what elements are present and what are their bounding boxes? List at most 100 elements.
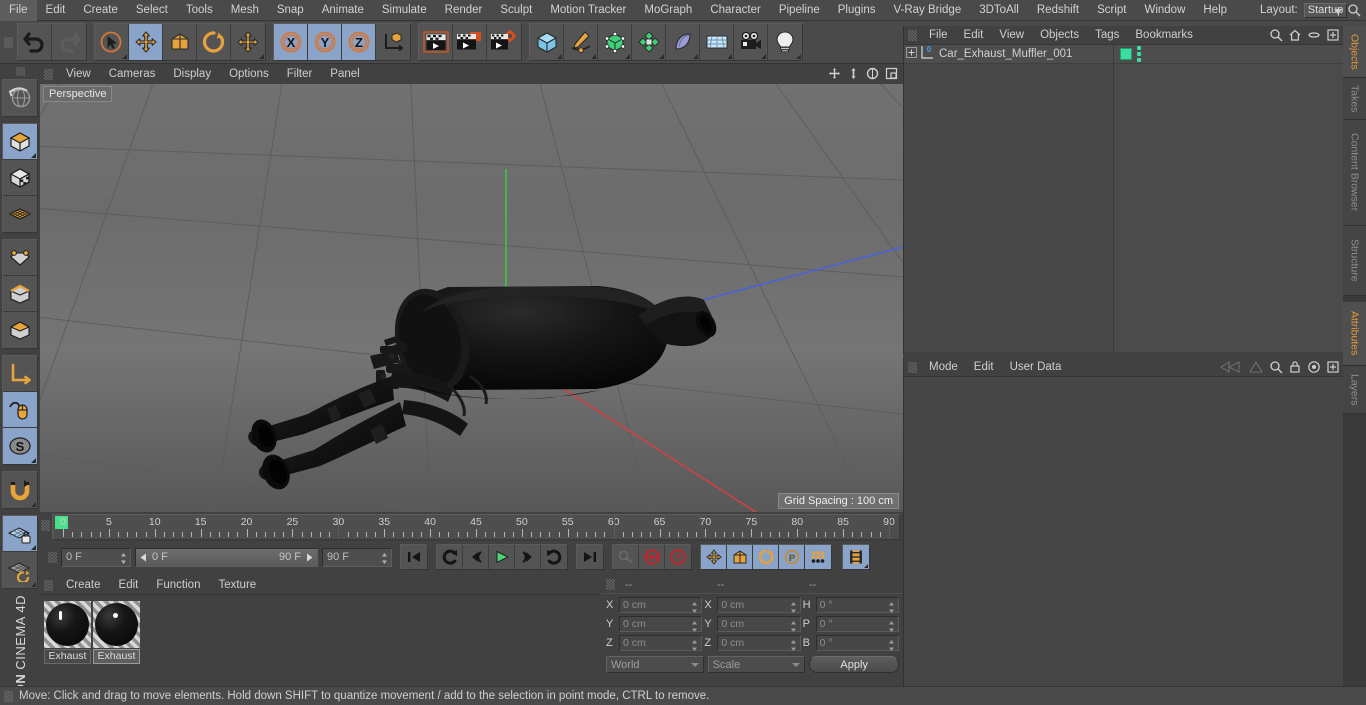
render-to-picture-viewer-button[interactable]: [453, 24, 487, 60]
lock-x-axis-button[interactable]: X: [274, 24, 308, 60]
viewport-grip[interactable]: [44, 68, 53, 80]
size-field[interactable]: 0 cm: [717, 616, 801, 632]
menu-item-edit[interactable]: Edit: [37, 0, 75, 21]
plus-box-icon[interactable]: [1326, 28, 1340, 42]
material-menu-item-function[interactable]: Function: [147, 576, 209, 595]
scale-key-button[interactable]: [727, 545, 753, 569]
forward-nav-icon[interactable]: [1248, 360, 1264, 374]
rotate-tool[interactable]: [197, 24, 231, 60]
soft-selection-button[interactable]: S: [3, 428, 37, 464]
position-field[interactable]: 0 cm: [619, 616, 703, 633]
play-backwards-loop-button[interactable]: [437, 545, 463, 569]
attribute-menu-item-user-data[interactable]: User Data: [1002, 358, 1070, 377]
dock-tab-structure[interactable]: Structure: [1343, 226, 1366, 296]
enable-axis-button[interactable]: [3, 356, 37, 392]
viewport-menu-item-panel[interactable]: Panel: [321, 64, 368, 84]
lock-icon[interactable]: [1288, 360, 1302, 374]
texture-mode-button[interactable]: [3, 160, 37, 196]
render-settings-button[interactable]: [487, 24, 521, 60]
material-menu-item-texture[interactable]: Texture: [209, 576, 265, 595]
coordinate-system-select[interactable]: World: [606, 656, 704, 673]
object-menu-item-tags[interactable]: Tags: [1087, 26, 1127, 45]
menu-item-simulate[interactable]: Simulate: [373, 0, 436, 21]
polygons-mode-button[interactable]: [3, 312, 37, 348]
timeline-filmstrip-button[interactable]: [843, 545, 869, 569]
object-menu-item-objects[interactable]: Objects: [1032, 26, 1087, 45]
add-deformer-button[interactable]: [632, 24, 666, 60]
add-floor-button[interactable]: [700, 24, 734, 60]
edges-mode-button[interactable]: [3, 276, 37, 312]
home-icon[interactable]: [1288, 28, 1302, 42]
search-icon[interactable]: [1269, 28, 1283, 42]
end-frame-field[interactable]: 90 F: [322, 547, 392, 567]
viewport-3d[interactable]: Perspective Grid Spacing: 100 cm: [40, 84, 903, 512]
dock-tab-objects[interactable]: Objects: [1343, 26, 1366, 78]
menu-item-script[interactable]: Script: [1088, 0, 1135, 21]
back-nav-icon[interactable]: [1219, 360, 1243, 374]
transport-grip[interactable]: [48, 551, 57, 563]
workplane-mode-button[interactable]: [3, 196, 37, 232]
lock-y-axis-button[interactable]: Y: [308, 24, 342, 60]
menu-item-select[interactable]: Select: [127, 0, 177, 21]
step-back-button[interactable]: [463, 545, 489, 569]
rotation-field[interactable]: 0 °: [815, 616, 899, 632]
menu-item-file[interactable]: File: [0, 0, 37, 21]
lock-z-axis-button[interactable]: Z: [342, 24, 376, 60]
viewport-menu-item-view[interactable]: View: [57, 64, 100, 84]
spinner-icon[interactable]: [691, 620, 698, 633]
object-menu-item-bookmarks[interactable]: Bookmarks: [1127, 26, 1201, 45]
add-scene-object-button[interactable]: [666, 24, 700, 60]
material-menu-item-edit[interactable]: Edit: [110, 576, 148, 595]
position-key-button[interactable]: [701, 545, 727, 569]
attribute-menu-item-mode[interactable]: Mode: [921, 358, 966, 377]
menu-item-create[interactable]: Create: [74, 0, 127, 21]
material-item[interactable]: Exhaust: [44, 601, 91, 664]
menu-item-help[interactable]: Help: [1194, 0, 1236, 21]
viewport-menu-item-display[interactable]: Display: [164, 64, 220, 84]
step-forward-button[interactable]: [515, 545, 541, 569]
timeline-grip[interactable]: [41, 520, 50, 531]
menu-item-motion-tracker[interactable]: Motion Tracker: [541, 0, 635, 21]
status-grip[interactable]: [4, 690, 13, 702]
redo-button[interactable]: [52, 24, 86, 60]
dolly-icon[interactable]: [847, 67, 861, 81]
toolbar-grip[interactable]: [4, 36, 13, 48]
material-menu-item-create[interactable]: Create: [57, 576, 110, 595]
spinner-icon[interactable]: [120, 552, 127, 565]
menu-item-sculpt[interactable]: Sculpt: [491, 0, 541, 21]
attribute-manager-grip[interactable]: [908, 361, 917, 373]
expand-toggle-icon[interactable]: [906, 47, 917, 61]
spinner-icon[interactable]: [691, 601, 698, 614]
coordinate-grip[interactable]: [606, 579, 615, 590]
menu-item-snap[interactable]: Snap: [268, 0, 313, 21]
scale-tool[interactable]: [163, 24, 197, 60]
tag-dots-icon[interactable]: [1137, 46, 1141, 62]
object-manager-grip[interactable]: [908, 29, 917, 41]
pan-icon[interactable]: [828, 67, 842, 81]
viewport-menu-item-filter[interactable]: Filter: [278, 64, 322, 84]
world-object-coordinate-button[interactable]: [376, 24, 410, 60]
maximize-view-icon[interactable]: [885, 67, 899, 81]
menu-item-redshift[interactable]: Redshift: [1028, 0, 1088, 21]
undo-button[interactable]: [18, 24, 52, 60]
go-to-start-button[interactable]: [401, 545, 427, 569]
live-selection-tool[interactable]: [95, 24, 129, 60]
transform-tool[interactable]: [231, 24, 265, 60]
dock-tab-layers[interactable]: Layers: [1343, 366, 1366, 414]
material-preview-sphere[interactable]: [93, 601, 140, 648]
position-field[interactable]: 0 cm: [619, 635, 703, 652]
search-icon[interactable]: [1269, 360, 1283, 374]
current-frame-field[interactable]: 0 F: [61, 547, 131, 567]
rotation-key-button[interactable]: [753, 545, 779, 569]
spinner-icon[interactable]: [888, 639, 895, 652]
left-palette-grip[interactable]: [15, 67, 25, 76]
viewport-menu-item-options[interactable]: Options: [220, 64, 278, 84]
layout-select[interactable]: Startup: [1303, 2, 1348, 18]
magnet-tool-button[interactable]: [3, 472, 37, 508]
rotate-view-icon[interactable]: [866, 67, 880, 81]
spinner-icon[interactable]: [691, 639, 698, 652]
enable-snapping-button[interactable]: [3, 392, 37, 428]
viewport-menu-item-cameras[interactable]: Cameras: [100, 64, 165, 84]
material-grip[interactable]: [44, 579, 53, 591]
autokeying-button[interactable]: [639, 545, 665, 569]
